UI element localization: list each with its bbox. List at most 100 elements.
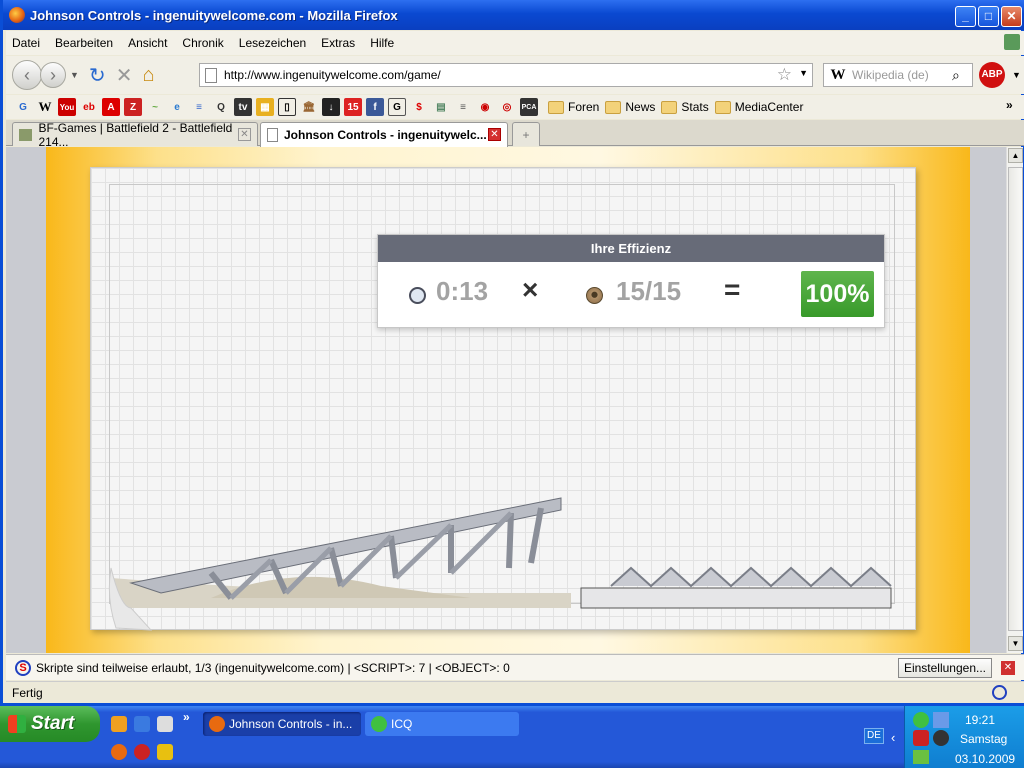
adblock-dropdown-icon[interactable]: ▼ [1012,70,1021,80]
tray-icq-icon[interactable] [913,712,929,728]
settings-button[interactable]: Einstellungen... [897,658,992,678]
tray-network-icon[interactable] [933,712,949,728]
bookmark-g-icon[interactable]: G [388,98,406,116]
maximize-button[interactable]: □ [978,6,999,27]
bookmarks-more-button[interactable]: » [1006,98,1013,112]
search-input[interactable]: Wikipedia (de) [852,68,952,82]
clock-icon [409,287,426,304]
new-tab-button[interactable]: + [512,122,540,146]
tab-johnson-controls[interactable]: Johnson Controls - ingenuitywelc... ✕ [260,122,508,147]
bookmark-sparkasse-icon[interactable]: $ [410,98,428,116]
noscript-icon[interactable]: S [15,660,31,676]
quicklaunch-opera-icon[interactable] [134,744,150,760]
clock-time[interactable]: 19:21 [965,713,995,727]
quicklaunch-icon[interactable] [111,716,127,732]
firefox-icon [209,716,225,732]
quicklaunch-ie-icon[interactable] [134,716,150,732]
tray-nvidia-icon[interactable] [913,750,929,764]
adblock-icon[interactable]: ABP [979,62,1005,88]
tab-close-icon[interactable]: ✕ [488,128,501,141]
url-dropdown-icon[interactable]: ▼ [799,68,808,78]
back-button[interactable]: ‹ [12,60,42,90]
language-indicator[interactable]: DE [864,728,884,744]
times-sign: × [522,274,539,305]
folder-news[interactable]: News [605,100,655,114]
clock-day: Samstag [960,732,1008,746]
bookmark-star-icon[interactable]: ☆ [777,65,792,85]
bookmark-feed-icon[interactable]: ≡ [454,98,472,116]
folder-foren[interactable]: Foren [548,100,599,114]
search-box[interactable]: W Wikipedia (de) ⌕ [823,63,973,87]
bookmark-google-icon[interactable]: G [14,98,32,116]
system-tray: ‹ 19:21 Samstag 03.10.2009 [891,706,1024,768]
vertical-scrollbar[interactable]: ▲ ▼ [1006,147,1023,653]
bookmark-tv-icon[interactable]: tv [234,98,252,116]
start-button[interactable]: Start [0,706,100,742]
status-noscript-icon[interactable] [992,685,1007,700]
tab-bf-games[interactable]: BF-Games | Battlefield 2 - Battlefield 2… [12,121,258,149]
bookmark-a-icon[interactable]: A [102,98,120,116]
menu-extras[interactable]: Extras [321,36,355,50]
bookmark-download-icon[interactable]: ↓ [322,98,340,116]
url-bar[interactable]: http://www.ingenuitywelcome.com/game/ ☆ … [199,63,813,87]
tray-expand-icon[interactable]: ‹ [891,730,905,746]
quicklaunch-desktop-icon[interactable] [157,716,173,732]
bookmark-book-icon[interactable]: ≡ [190,98,208,116]
home-icon[interactable]: ⌂ [142,64,154,87]
tab-close-icon[interactable]: ✕ [238,128,251,141]
tray-antivirus-icon[interactable] [913,730,929,746]
quicklaunch-firefox-icon[interactable] [111,744,127,760]
status-bar: Fertig [6,681,1024,703]
quicklaunch-more-button[interactable]: » [183,710,190,724]
folder-mediacenter[interactable]: MediaCenter [714,100,803,114]
search-icon[interactable]: ⌕ [952,67,972,84]
scroll-up-icon[interactable]: ▲ [1008,148,1023,163]
folder-icon [661,100,678,114]
task-firefox[interactable]: Johnson Controls - in... [203,712,361,736]
nuts-value: 15/15 [616,276,682,306]
history-dropdown-icon[interactable]: ▼ [70,70,79,80]
forward-button[interactable]: › [40,62,66,88]
title-bar[interactable]: Johnson Controls - ingenuitywelcome.com … [3,0,1024,30]
menu-datei[interactable]: Datei [12,36,40,50]
bookmark-z-icon[interactable]: Z [124,98,142,116]
menu-bearbeiten[interactable]: Bearbeiten [55,36,113,50]
wikipedia-icon[interactable]: W [824,67,852,84]
bookmark-15-icon[interactable]: 15 [344,98,362,116]
bookmark-pca-icon[interactable]: PCA [520,98,538,116]
bookmark-bank-icon[interactable]: 🏛 [300,98,318,116]
bookmark-ebay-icon[interactable]: eb [80,98,98,116]
bookmark-frame-icon[interactable]: ▯ [278,98,296,116]
bookmark-target-icon[interactable]: ◎ [498,98,516,116]
bookmark-youtube-icon[interactable]: You [58,98,76,116]
bookmark-ie-icon[interactable]: e [168,98,186,116]
window-title: Johnson Controls - ingenuitywelcome.com … [30,7,398,23]
menu-hilfe[interactable]: Hilfe [370,36,394,50]
menu-ansicht[interactable]: Ansicht [128,36,167,50]
task-icq[interactable]: ICQ [365,712,519,736]
close-button[interactable]: ✕ [1001,6,1022,27]
bookmark-red-icon[interactable]: ◉ [476,98,494,116]
scroll-down-icon[interactable]: ▼ [1008,636,1023,651]
reload-icon[interactable]: ↻ [89,63,106,88]
menu-chronik[interactable]: Chronik [182,36,223,50]
quicklaunch-app-icon[interactable] [157,744,173,760]
bookmark-speech-icon[interactable]: Q [212,98,230,116]
scroll-thumb[interactable] [1008,167,1023,631]
tab-bar: BF-Games | Battlefield 2 - Battlefield 2… [6,120,1024,149]
conveyor [580,587,892,609]
stop-icon[interactable]: ✕ [116,63,133,88]
bookmark-facebook-icon[interactable]: f [366,98,384,116]
bookmark-calendar-icon[interactable]: ▦ [256,98,274,116]
bookmark-money-icon[interactable]: ▤ [432,98,450,116]
folder-stats[interactable]: Stats [661,100,709,114]
bookmarks-toolbar: G W You eb A Z ~ e ≡ Q tv ▦ ▯ 🏛 ↓ 15 f G… [6,95,1024,119]
bookmark-leo-icon[interactable]: ~ [146,98,164,116]
game-stage[interactable]: Ihre Effizienz 0:13 × 15/15 = 100% [46,147,970,653]
noscript-close-icon[interactable]: ✕ [1001,661,1015,675]
download-icon[interactable] [1004,34,1020,50]
tray-app-icon[interactable] [933,730,949,746]
minimize-button[interactable]: _ [955,6,976,27]
bookmark-wikipedia-icon[interactable]: W [36,98,54,116]
menu-lesezeichen[interactable]: Lesezeichen [239,36,306,50]
